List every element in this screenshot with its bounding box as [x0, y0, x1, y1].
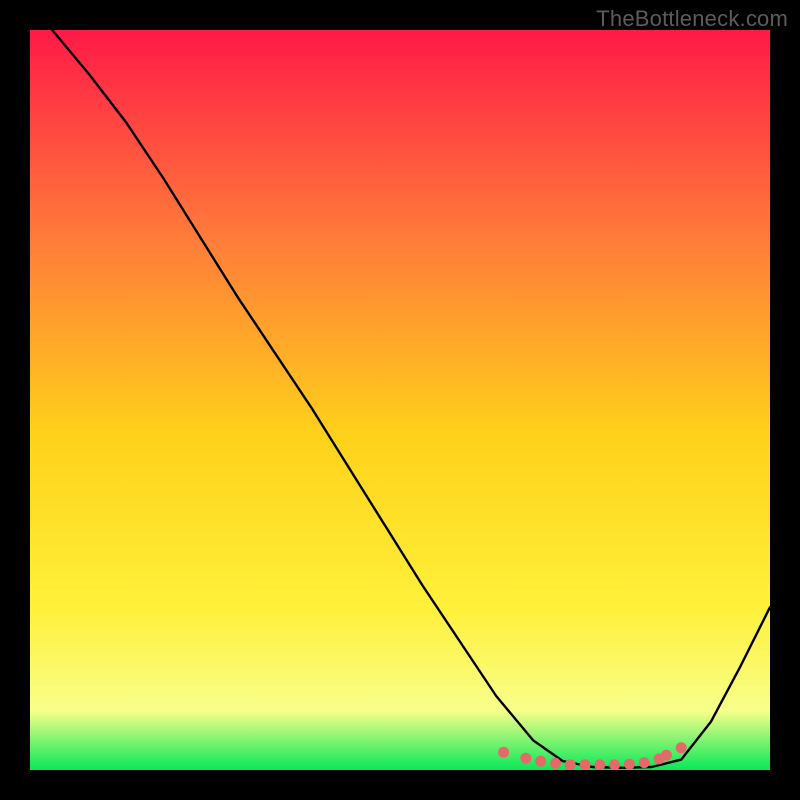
chart-background-gradient [30, 30, 770, 770]
optimal-marker-dot [661, 750, 672, 761]
chart-frame: TheBottleneck.com [0, 0, 800, 800]
bottleneck-chart [30, 30, 770, 770]
optimal-marker-dot [676, 742, 687, 753]
optimal-marker-dot [639, 757, 650, 768]
optimal-marker-dot [550, 758, 561, 769]
optimal-marker-dot [624, 759, 635, 770]
optimal-marker-dot [565, 759, 576, 770]
optimal-marker-dot [594, 759, 605, 770]
optimal-marker-dot [520, 753, 531, 764]
optimal-marker-dot [609, 759, 620, 770]
optimal-marker-dot [535, 756, 546, 767]
optimal-marker-dot [498, 747, 509, 758]
optimal-marker-dot [580, 759, 591, 770]
watermark-text: TheBottleneck.com [596, 6, 788, 32]
